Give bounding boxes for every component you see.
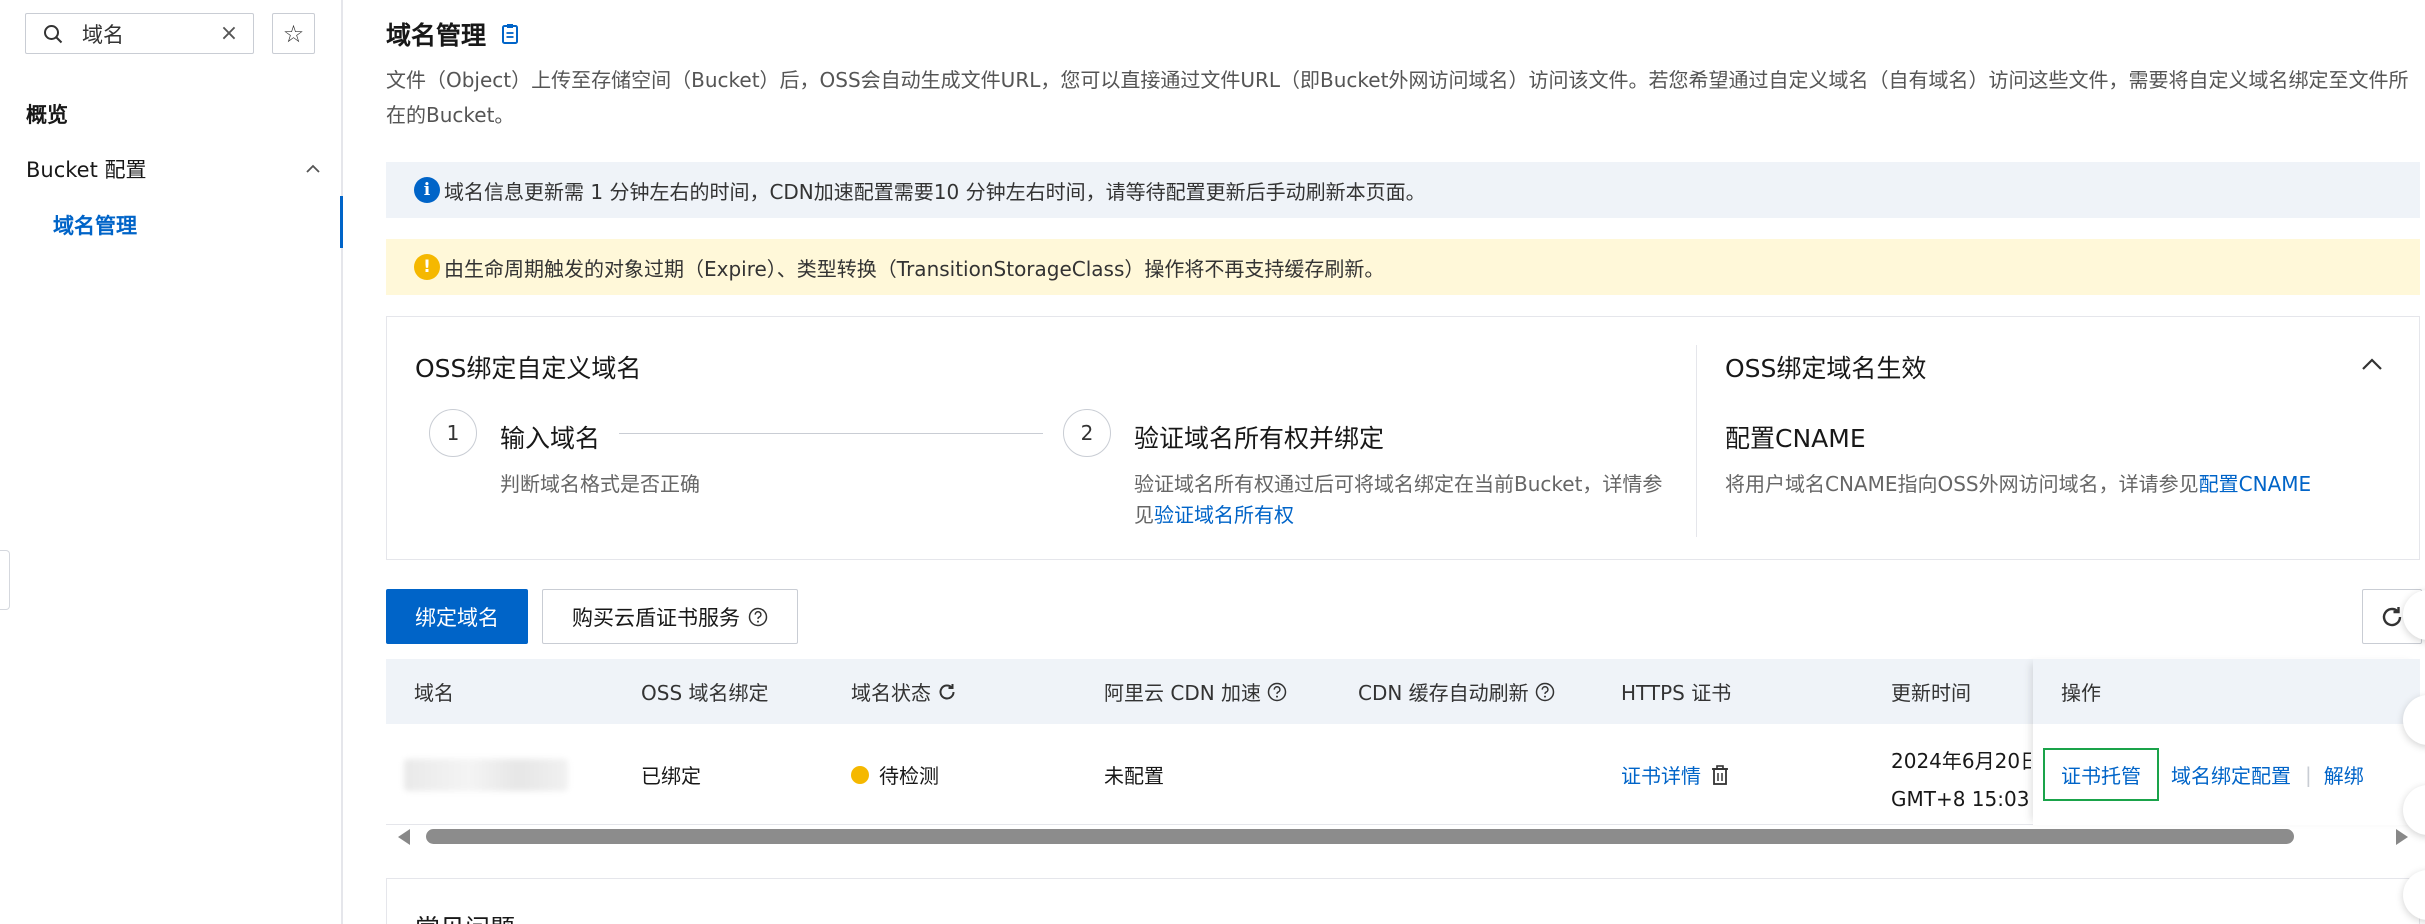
nav-group-bucket-config[interactable]: Bucket 配置 <box>26 154 326 184</box>
https-cell: 证书详情 <box>1621 724 1729 825</box>
faq-title: 常见问题 <box>415 909 515 924</box>
col-cdn-label: 阿里云 CDN 加速 <box>1104 681 1262 705</box>
cert-hosting-button[interactable]: 证书托管 <box>2043 748 2159 801</box>
search-input[interactable]: 域名 × <box>25 13 254 54</box>
info-icon: i <box>414 177 440 203</box>
updated-clock: GMT+8 15:03:4 <box>1891 786 2031 811</box>
actions-column: 操作 证书托管 域名绑定配置 | 解绑 <box>2033 659 2420 825</box>
updated-date: 2024年6月20日 <box>1891 748 2031 773</box>
step-3-desc-text: 将用户域名CNAME指向OSS外网访问域名，详请参见 <box>1725 472 2199 496</box>
status-pending-icon <box>851 765 869 784</box>
bind-domain-button[interactable]: 绑定域名 <box>386 589 528 644</box>
buy-cert-button[interactable]: 购买云盾证书服务 <box>542 589 798 644</box>
help-icon[interactable] <box>1535 682 1555 702</box>
search-value[interactable]: 域名 <box>82 19 215 49</box>
cdn-config-link[interactable]: 未配置 <box>1104 724 1164 825</box>
search-icon <box>44 24 63 43</box>
col-cdn-refresh-label: CDN 缓存自动刷新 <box>1358 681 1529 705</box>
col-https: HTTPS 证书 <box>1621 681 1732 705</box>
main-content: 域名管理 文件（Object）上传至存储空间（Bucket）后，OSS会自动生成… <box>386 0 2425 924</box>
step-2-number: 2 <box>1063 409 1111 457</box>
active-nav-indicator <box>340 196 343 248</box>
page-title: 域名管理 <box>386 16 520 52</box>
action-separator: | <box>2305 762 2312 787</box>
step-2-desc: 验证域名所有权通过后可将域名绑定在当前Bucket，详情参见验证域名所有权 <box>1134 469 1679 531</box>
sidebar-collapse-handle[interactable] <box>0 550 10 610</box>
document-icon[interactable] <box>500 23 520 45</box>
col-oss-binding: OSS 域名绑定 <box>641 681 769 705</box>
step-connector <box>619 433 1043 434</box>
col-status: 域名状态 <box>851 659 957 724</box>
col-domain: 域名 <box>414 681 454 705</box>
oss-binding-cell: 已绑定 <box>641 764 701 788</box>
step-3-desc: 将用户域名CNAME指向OSS外网访问域名，详请参见配置CNAME <box>1725 469 2311 500</box>
scroll-right-icon[interactable] <box>2396 829 2408 845</box>
binding-steps-card: OSS绑定自定义域名 OSS绑定域名生效 1 输入域名 判断域名格式是否正确 2… <box>386 316 2420 560</box>
scroll-left-icon[interactable] <box>398 829 410 845</box>
horizontal-scrollbar[interactable] <box>386 825 2420 849</box>
step-3-title: 配置CNAME <box>1725 424 1866 453</box>
buy-cert-label: 购买云盾证书服务 <box>572 605 740 630</box>
col-actions: 操作 <box>2033 659 2420 724</box>
nav-item-domain-management[interactable]: 域名管理 <box>53 210 137 240</box>
faq-card: 常见问题 <box>386 878 2420 924</box>
warning-notice-text: 由生命周期触发的对象过期（Expire）、类型转换（TransitionStor… <box>444 256 1385 281</box>
favorite-button[interactable]: ☆ <box>272 13 315 54</box>
updated-time: 2024年6月20日 GMT+8 15:03:4 <box>1891 732 2031 818</box>
domain-cell <box>404 724 568 825</box>
verify-ownership-link[interactable]: 验证域名所有权 <box>1154 503 1294 527</box>
updated-cell: 2024年6月20日 GMT+8 15:03:4 <box>1891 724 2031 825</box>
effect-title: OSS绑定域名生效 <box>1725 354 1927 383</box>
warning-icon: ! <box>414 254 440 280</box>
help-icon <box>748 607 768 626</box>
step-1-number: 1 <box>429 409 477 457</box>
scrollbar-thumb[interactable] <box>426 829 2294 844</box>
step-2-title: 验证域名所有权并绑定 <box>1134 424 1385 453</box>
clear-icon[interactable]: × <box>215 21 243 46</box>
actions-cell: 证书托管 域名绑定配置 | 解绑 <box>2033 724 2420 825</box>
trash-icon[interactable] <box>1711 764 1729 785</box>
step-1-desc: 判断域名格式是否正确 <box>500 472 700 496</box>
redacted-domain <box>404 758 568 791</box>
domain-table: 域名 OSS 域名绑定 域名状态 阿里云 CDN 加速 CDN 缓存自动刷新 H… <box>386 659 2420 825</box>
col-updated: 更新时间 <box>1891 681 1971 705</box>
help-icon[interactable] <box>1267 682 1287 702</box>
status-text: 待检测 <box>879 764 939 788</box>
chevron-up-icon <box>306 164 320 173</box>
info-notice-text: 域名信息更新需 1 分钟左右的时间，CDN加速配置需要10 分钟左右时间，请等待… <box>444 179 1426 204</box>
page-description: 文件（Object）上传至存储空间（Bucket）后，OSS会自动生成文件URL… <box>386 68 2409 127</box>
configure-cname-link[interactable]: 配置CNAME <box>2199 472 2312 496</box>
col-status-label: 域名状态 <box>851 681 931 705</box>
page-title-text: 域名管理 <box>386 21 487 50</box>
refresh-icon <box>2382 606 2402 626</box>
col-cdn: 阿里云 CDN 加速 <box>1104 659 1287 724</box>
binding-config-link[interactable]: 域名绑定配置 <box>2171 760 2291 789</box>
warning-notice: ! 由生命周期触发的对象过期（Expire）、类型转换（TransitionSt… <box>386 239 2420 295</box>
steps-title: OSS绑定自定义域名 <box>415 354 642 383</box>
unbind-link[interactable]: 解绑 <box>2324 760 2364 789</box>
col-cdn-refresh: CDN 缓存自动刷新 <box>1358 659 1555 724</box>
info-notice: i 域名信息更新需 1 分钟左右的时间，CDN加速配置需要10 分钟左右时间，请… <box>386 162 2420 218</box>
refresh-icon[interactable] <box>937 682 957 702</box>
star-icon: ☆ <box>282 19 305 48</box>
step-1-title: 输入域名 <box>500 424 601 453</box>
nav-group-label: Bucket 配置 <box>26 158 147 182</box>
status-cell: 待检测 <box>851 724 939 825</box>
cert-details-link[interactable]: 证书详情 <box>1621 760 1701 789</box>
sidebar: 域名 × ☆ 概览 Bucket 配置 域名管理 <box>0 0 343 924</box>
card-divider <box>1696 345 1697 537</box>
chevron-up-icon[interactable] <box>2361 357 2383 371</box>
nav-item-overview[interactable]: 概览 <box>26 99 68 129</box>
